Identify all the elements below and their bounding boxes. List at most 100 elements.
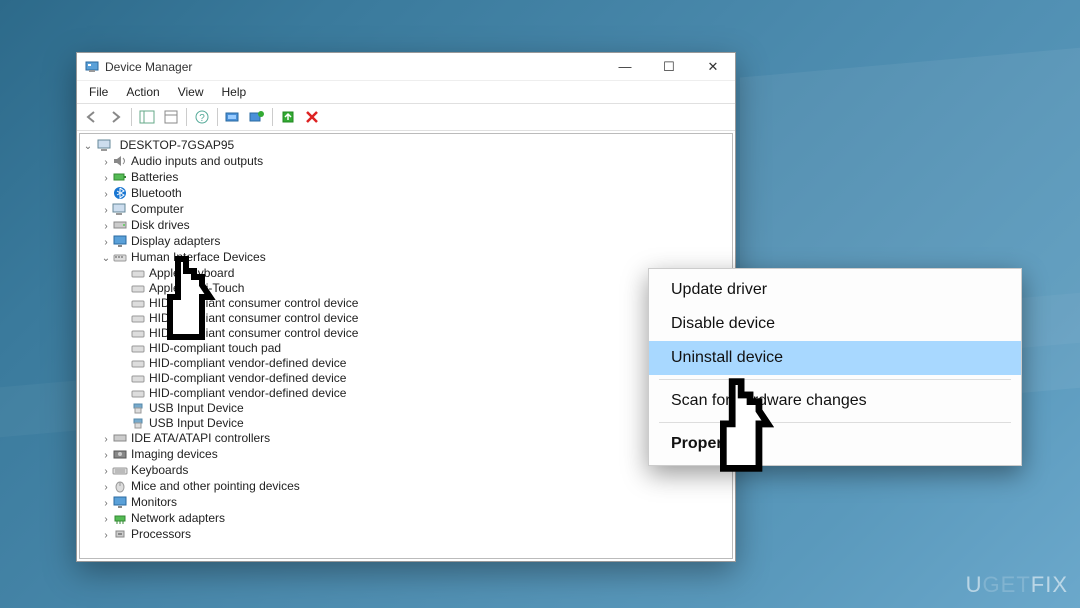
expand-icon[interactable]: › (100, 480, 112, 495)
expand-icon[interactable]: › (100, 448, 112, 463)
device-label: USB Input Device (149, 416, 244, 430)
tree-root[interactable]: ⌄ DESKTOP-7GSAP95 (82, 138, 730, 154)
hid-icon (130, 386, 146, 400)
update-driver-icon[interactable] (277, 107, 299, 127)
hid-icon (130, 341, 146, 355)
ide-icon (112, 431, 128, 445)
ctx-disable-device[interactable]: Disable device (649, 307, 1021, 341)
expand-icon[interactable]: › (100, 235, 112, 250)
tree-category[interactable]: › Computer (100, 202, 730, 218)
tree-device[interactable]: USB Input Device (118, 416, 730, 431)
tree-category[interactable]: ›Processors (100, 527, 730, 543)
tree-category[interactable]: › Audio inputs and outputs (100, 154, 730, 170)
tree-device[interactable]: HID-compliant vendor-defined device (118, 356, 730, 371)
ctx-scan-hardware[interactable]: Scan for hardware changes (649, 384, 1021, 418)
help-icon[interactable]: ? (191, 107, 213, 127)
tree-category[interactable]: › Disk drives (100, 218, 730, 234)
close-button[interactable]: ✕ (691, 53, 735, 81)
ctx-update-driver[interactable]: Update driver (649, 273, 1021, 307)
imaging-icon (112, 447, 128, 461)
window-title: Device Manager (105, 60, 603, 74)
device-label: Apple Multi-Touch (149, 281, 244, 295)
cpu-icon (112, 527, 128, 541)
category-label: Imaging devices (131, 447, 218, 461)
tree-device[interactable]: HID-compliant consumer control device (118, 326, 730, 341)
tree-category[interactable]: ›Network adapters (100, 511, 730, 527)
tree-device[interactable]: USB Input Device (118, 401, 730, 416)
usb-icon (130, 401, 146, 415)
tree-device[interactable]: HID-compliant consumer control device (118, 296, 730, 311)
show-hide-tree-button[interactable] (136, 107, 158, 127)
expand-icon[interactable]: › (100, 496, 112, 511)
expand-icon[interactable]: › (100, 512, 112, 527)
minimize-button[interactable]: — (603, 53, 647, 81)
uninstall-icon[interactable] (301, 107, 323, 127)
tree-category[interactable]: ›Mice and other pointing devices (100, 479, 730, 495)
collapse-icon[interactable]: ⌄ (100, 251, 112, 266)
back-button[interactable] (81, 107, 103, 127)
expand-icon[interactable]: › (100, 528, 112, 543)
expand-icon[interactable]: › (100, 155, 112, 170)
expand-icon[interactable]: › (100, 187, 112, 202)
tree-device[interactable]: Apple Keyboard (118, 266, 730, 281)
audio-icon (112, 154, 128, 168)
expand-icon[interactable]: › (100, 171, 112, 186)
device-tree[interactable]: ⌄ DESKTOP-7GSAP95 › Audio inputs and outp… (79, 133, 733, 559)
tree-device[interactable]: HID-compliant consumer control device (118, 311, 730, 326)
category-label: Audio inputs and outputs (131, 154, 263, 168)
toolbar-separator (217, 108, 218, 126)
expand-icon[interactable]: ⌄ (82, 139, 94, 154)
watermark: UGETFIX (966, 572, 1068, 598)
tree-device[interactable]: Apple Multi-Touch (118, 281, 730, 296)
tree-category[interactable]: ›Bluetooth (100, 186, 730, 202)
device-label: HID-compliant consumer control device (149, 311, 358, 325)
tree-category[interactable]: ›Batteries (100, 170, 730, 186)
ctx-uninstall-device[interactable]: Uninstall device (649, 341, 1021, 375)
scan-hardware-icon[interactable] (222, 107, 244, 127)
network-icon (112, 511, 128, 525)
tree-category[interactable]: ›IDE ATA/ATAPI controllers (100, 431, 730, 447)
device-label: HID-compliant vendor-defined device (149, 371, 346, 385)
hid-icon (130, 371, 146, 385)
computer-icon (97, 138, 113, 152)
tree-category[interactable]: ›Display adapters (100, 234, 730, 250)
device-label: HID-compliant touch pad (149, 341, 281, 355)
menu-view[interactable]: View (170, 83, 212, 101)
expand-icon[interactable]: › (100, 203, 112, 218)
menu-action[interactable]: Action (118, 83, 167, 101)
hid-icon (130, 311, 146, 325)
category-label: Keyboards (131, 463, 188, 477)
tree-category[interactable]: › Keyboards (100, 463, 730, 479)
tree-category[interactable]: › Imaging devices (100, 447, 730, 463)
hid-children: Apple Keyboard Apple Multi-Touch HID-com… (118, 266, 730, 431)
display-icon (112, 234, 128, 248)
device-label: HID-compliant consumer control device (149, 296, 358, 310)
tree-category-hid[interactable]: ⌄ Human Interface Devices (100, 250, 730, 266)
forward-button[interactable] (105, 107, 127, 127)
computer-icon (112, 202, 128, 216)
mouse-icon (112, 479, 128, 493)
expand-icon[interactable]: › (100, 219, 112, 234)
menu-help[interactable]: Help (214, 83, 255, 101)
menu-file[interactable]: File (81, 83, 116, 101)
toolbar: ? (77, 104, 735, 131)
toolbar-separator (186, 108, 187, 126)
bluetooth-icon (112, 186, 128, 200)
ctx-properties[interactable]: Properties (649, 427, 1021, 461)
category-label: Computer (131, 202, 184, 216)
titlebar[interactable]: Device Manager — ☐ ✕ (77, 53, 735, 81)
ctx-separator (659, 422, 1011, 423)
properties-icon[interactable] (160, 107, 182, 127)
category-label: Monitors (131, 495, 177, 509)
maximize-button[interactable]: ☐ (647, 53, 691, 81)
expand-icon[interactable]: › (100, 432, 112, 447)
tree-device[interactable]: HID-compliant vendor-defined device (118, 371, 730, 386)
expand-icon[interactable]: › (100, 464, 112, 479)
tree-category[interactable]: › Monitors (100, 495, 730, 511)
tree-device[interactable]: HID-compliant vendor-defined device (118, 386, 730, 401)
category-label: Disk drives (131, 218, 190, 232)
add-legacy-icon[interactable] (246, 107, 268, 127)
tree-device[interactable]: HID-compliant touch pad (118, 341, 730, 356)
category-label: Human Interface Devices (131, 250, 266, 264)
toolbar-separator (272, 108, 273, 126)
